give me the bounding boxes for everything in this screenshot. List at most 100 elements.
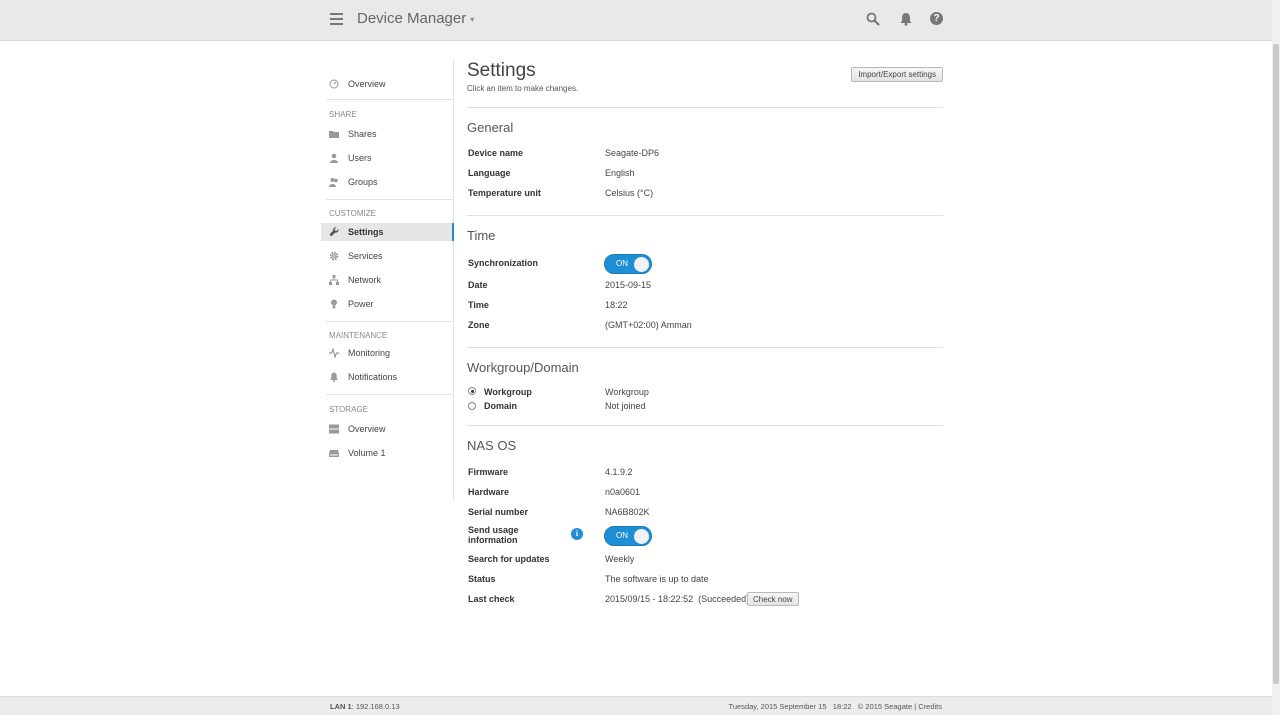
wrench-icon xyxy=(329,227,339,237)
setting-value: 18:22 xyxy=(605,300,628,310)
top-bar: Device Manager ▾ ? xyxy=(0,0,1272,41)
folder-icon xyxy=(329,131,339,138)
divider xyxy=(326,99,454,100)
sidebar-item-storage-overview[interactable]: Overview xyxy=(321,420,454,438)
toggle-knob xyxy=(634,529,649,544)
user-icon xyxy=(330,153,338,163)
synchronization-toggle[interactable]: ON xyxy=(604,254,652,274)
section-heading-share: SHARE xyxy=(329,110,357,119)
sidebar-item-label: Power xyxy=(348,299,374,309)
setting-value: n0a0601 xyxy=(605,487,641,497)
setting-row-language[interactable]: Language English xyxy=(468,168,943,182)
setting-row-hardware[interactable]: Hardware n0a0601 xyxy=(468,487,943,501)
setting-row-last-check: Last check 2015/09/15 - 18:22:52 (Succee… xyxy=(468,594,943,608)
divider xyxy=(326,199,454,200)
sidebar-item-power[interactable]: Power xyxy=(321,295,454,313)
sidebar-item-label: Notifications xyxy=(348,372,398,382)
setting-row-search-for-updates[interactable]: Search for updates Weekly xyxy=(468,554,943,568)
setting-row-firmware[interactable]: Firmware 4.1.9.2 xyxy=(468,467,943,481)
toggle-state: ON xyxy=(616,531,628,540)
bell-icon xyxy=(330,372,338,382)
setting-label: Last check xyxy=(468,594,515,604)
setting-label: Synchronization xyxy=(468,258,539,268)
setting-label-line: information xyxy=(468,535,518,545)
setting-label-line: Send usage xyxy=(468,525,519,535)
menu-icon[interactable] xyxy=(330,13,343,25)
setting-value: The software is up to date xyxy=(605,574,709,584)
help-icon[interactable]: ? xyxy=(930,12,943,25)
setting-label: Workgroup xyxy=(484,387,532,397)
setting-row-workgroup[interactable]: Workgroup Workgroup xyxy=(468,387,943,401)
setting-label: Status xyxy=(468,574,496,584)
setting-row-serial-number[interactable]: Serial number NA6B802K xyxy=(468,507,943,521)
sidebar-item-network[interactable]: Network xyxy=(321,271,454,289)
sidebar-item-shares[interactable]: Shares xyxy=(321,125,454,143)
setting-value: Workgroup xyxy=(605,387,649,397)
toggle-state: ON xyxy=(616,259,628,268)
sidebar-item-label: Services xyxy=(348,251,383,261)
setting-row-status[interactable]: Status The software is up to date xyxy=(468,574,943,588)
check-now-button[interactable]: Check now xyxy=(747,592,799,606)
sidebar-item-label: Settings xyxy=(348,227,384,237)
storage-icon xyxy=(329,424,339,434)
setting-label: Domain xyxy=(484,401,518,411)
section-title-time: Time xyxy=(467,228,496,243)
bulb-icon xyxy=(331,299,337,309)
divider xyxy=(467,215,943,216)
page-subtitle: Click an item to make changes. xyxy=(467,84,579,93)
send-usage-toggle[interactable]: ON xyxy=(604,526,652,546)
sidebar-item-label: Users xyxy=(348,153,372,163)
import-export-button[interactable]: Import/Export settings xyxy=(851,67,943,82)
toggle-knob xyxy=(634,257,649,272)
divider xyxy=(326,321,454,322)
section-heading-customize: CUSTOMIZE xyxy=(329,209,376,218)
setting-row-time[interactable]: Time 18:22 xyxy=(468,300,943,314)
setting-row-temperature-unit[interactable]: Temperature unit Celsius (°C) xyxy=(468,188,943,202)
setting-label: Zone xyxy=(468,320,490,330)
search-icon[interactable] xyxy=(866,12,880,26)
sidebar-item-label: Overview xyxy=(348,79,386,89)
setting-label: Date xyxy=(468,280,488,290)
setting-value: Celsius (°C) xyxy=(605,188,654,198)
sidebar-item-settings[interactable]: Settings xyxy=(321,223,454,241)
section-title-nas-os: NAS OS xyxy=(467,438,517,453)
setting-row-zone[interactable]: Zone (GMT+02:00) Amman xyxy=(468,320,943,334)
scrollbar-thumb[interactable] xyxy=(1273,44,1279,684)
setting-value: (GMT+02:00) Amman xyxy=(605,320,692,330)
setting-label: Time xyxy=(468,300,489,310)
setting-value: 2015-09-15 xyxy=(605,280,652,290)
sidebar-item-users[interactable]: Users xyxy=(321,149,454,167)
info-icon[interactable]: i xyxy=(571,528,583,540)
bell-icon[interactable] xyxy=(899,12,913,26)
section-heading-maintenance: MAINTENANCE xyxy=(329,331,388,340)
pulse-icon xyxy=(329,348,339,358)
sidebar-item-services[interactable]: Services xyxy=(321,247,454,265)
footer-datetime-copyright: Tuesday, 2015 September 15 18:22 © 2015 … xyxy=(728,702,942,711)
divider xyxy=(326,394,454,395)
setting-label: Serial number xyxy=(468,507,529,517)
app-title-dropdown[interactable]: Device Manager ▾ xyxy=(357,10,474,27)
setting-row-device-name[interactable]: Device name Seagate-DP6 xyxy=(468,148,943,162)
sidebar-item-notifications[interactable]: Notifications xyxy=(321,368,454,386)
footer: LAN 1: 192.168.0.13 Tuesday, 2015 Septem… xyxy=(0,696,1272,715)
setting-label: Firmware xyxy=(468,467,509,477)
divider xyxy=(467,347,943,348)
setting-row-synchronization: Synchronization xyxy=(468,258,943,272)
sidebar-item-label: Shares xyxy=(348,129,377,139)
setting-label: Search for updates xyxy=(468,554,550,564)
setting-row-domain[interactable]: Domain Not joined xyxy=(468,401,943,415)
sidebar-item-label: Overview xyxy=(348,424,386,434)
sidebar-item-groups[interactable]: Groups xyxy=(321,173,454,191)
setting-row-date[interactable]: Date 2015-09-15 xyxy=(468,280,943,294)
setting-value: 4.1.9.2 xyxy=(605,467,633,477)
disk-icon xyxy=(329,450,339,457)
sidebar-item-label: Network xyxy=(348,275,382,285)
dashboard-icon xyxy=(329,79,339,89)
lan-status: LAN 1: 192.168.0.13 xyxy=(330,702,400,711)
setting-label: Hardware xyxy=(468,487,510,497)
sidebar-item-overview[interactable]: Overview xyxy=(321,75,454,93)
sidebar-item-monitoring[interactable]: Monitoring xyxy=(321,344,454,362)
setting-label: Device name xyxy=(468,148,524,158)
lan-label: LAN 1 xyxy=(330,702,352,711)
sidebar-item-volume-1[interactable]: Volume 1 xyxy=(321,444,454,462)
